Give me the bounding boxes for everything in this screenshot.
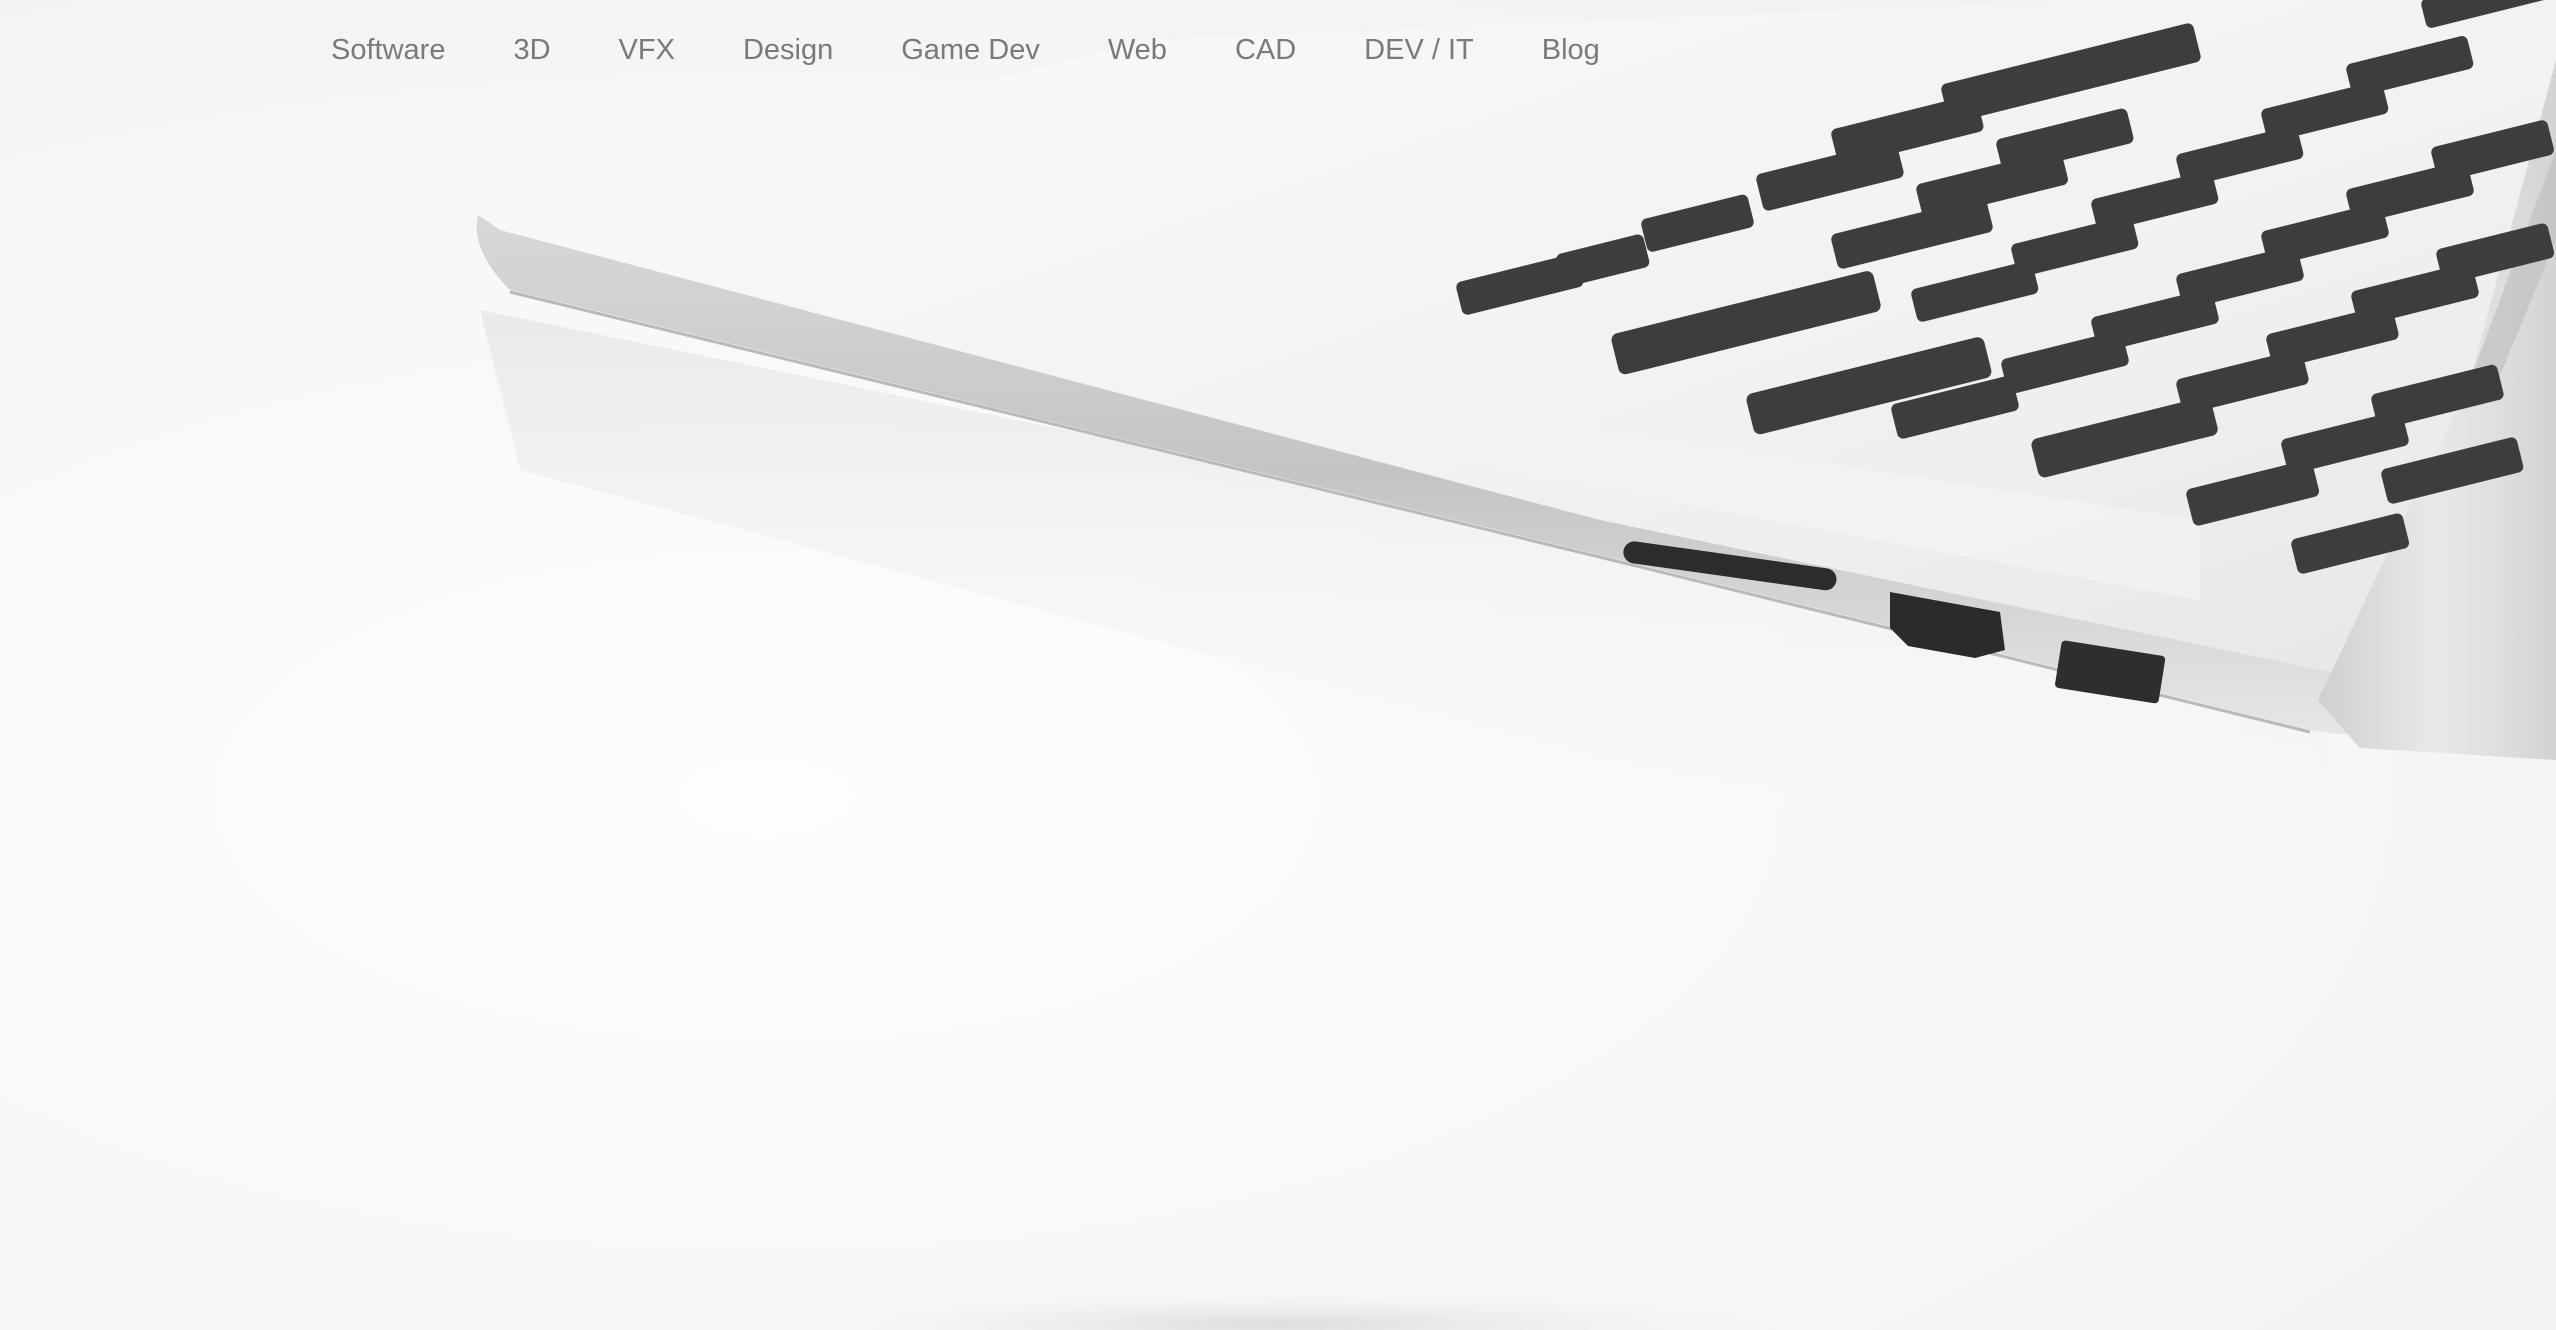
hero-laptop-image bbox=[476, 0, 2556, 1330]
hero-page: Software 3D VFX Design Game Dev Web CAD … bbox=[0, 0, 2556, 1330]
nav-link-web[interactable]: Web bbox=[1108, 28, 1167, 72]
nav-link-game-dev[interactable]: Game Dev bbox=[901, 28, 1040, 72]
nav-link-blog[interactable]: Blog bbox=[1542, 28, 1600, 72]
top-navigation: Software 3D VFX Design Game Dev Web CAD … bbox=[331, 28, 1600, 72]
nav-link-cad[interactable]: CAD bbox=[1235, 28, 1296, 72]
nav-link-3d[interactable]: 3D bbox=[513, 28, 550, 72]
nav-link-vfx[interactable]: VFX bbox=[619, 28, 675, 72]
nav-link-dev-it[interactable]: DEV / IT bbox=[1364, 28, 1474, 72]
nav-link-software[interactable]: Software bbox=[331, 28, 445, 72]
nav-link-design[interactable]: Design bbox=[743, 28, 833, 72]
